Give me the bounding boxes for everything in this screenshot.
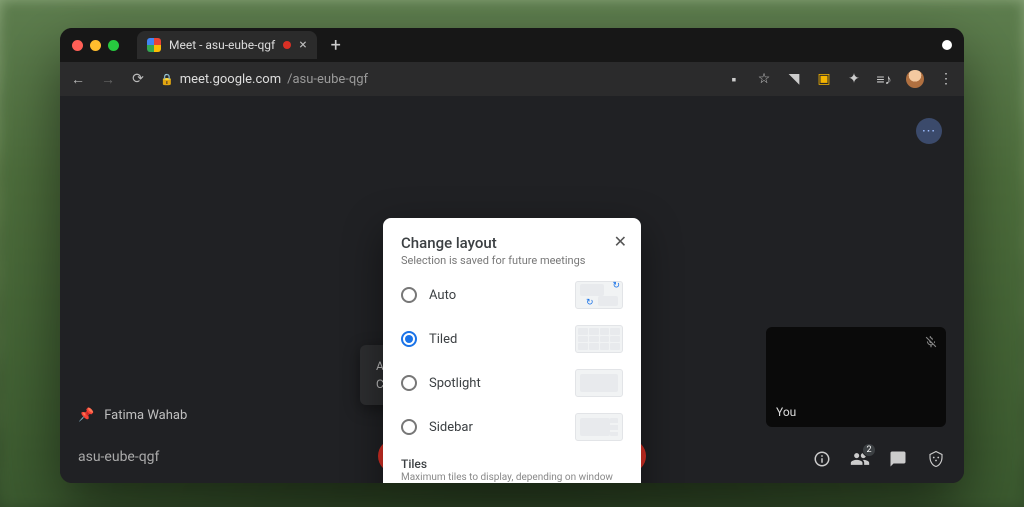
layout-option-auto[interactable]: Auto ↻ ↻ [401,281,623,309]
layout-option-tiled[interactable]: Tiled [401,325,623,353]
tab-strip: Meet - asu-eube-qgf × + [60,28,964,62]
participant-more-button[interactable]: ⋯ [916,118,942,144]
account-indicator-icon[interactable] [942,40,952,50]
participant-count-badge: 2 [862,443,876,457]
layout-option-spotlight[interactable]: Spotlight [401,369,623,397]
tiles-heading: Tiles [401,457,623,471]
url-host: meet.google.com [180,72,281,87]
option-label: Auto [429,288,563,303]
activities-button[interactable] [926,449,946,469]
radio-spotlight[interactable] [401,375,417,391]
pinned-participant: 📌 Fatima Wahab [78,408,187,423]
meet-favicon-icon [147,38,161,52]
tiled-preview-icon [575,325,623,353]
participants-button[interactable]: 2 [850,449,870,469]
playlist-icon[interactable]: ≡♪ [876,71,892,87]
auto-preview-icon: ↻ ↻ [575,281,623,309]
camera-permission-icon[interactable]: ▪ [726,71,742,87]
dialog-subtitle: Selection is saved for future meetings [401,254,623,267]
meet-content: ⋯ 📌 Fatima Wahab asu-eube-qgf Are you ta… [60,96,964,483]
recording-indicator-icon [283,41,291,49]
tab-close-icon[interactable]: × [299,38,306,52]
layout-option-sidebar[interactable]: Sidebar [401,413,623,441]
spotlight-preview-icon [575,369,623,397]
bookmark-star-icon[interactable]: ☆ [756,71,772,87]
maximize-window-icon[interactable] [108,40,119,51]
extensions-puzzle-icon[interactable]: ✦ [846,71,862,87]
extension-tag-icon[interactable]: ◥ [786,71,802,87]
new-tab-button[interactable]: + [331,35,341,56]
tab-title: Meet - asu-eube-qgf [169,38,275,52]
meeting-code: asu-eube-qgf [78,449,159,465]
option-label: Spotlight [429,376,563,391]
pin-icon: 📌 [78,408,94,423]
sidebar-preview-icon [575,413,623,441]
url-path: /asu-eube-qgf [287,72,368,87]
pinned-name: Fatima Wahab [104,408,187,423]
chat-button[interactable] [888,449,908,469]
radio-sidebar[interactable] [401,419,417,435]
forward-button[interactable]: → [100,71,116,87]
meeting-details-button[interactable] [812,449,832,469]
radio-auto[interactable] [401,287,417,303]
profile-avatar[interactable] [906,70,924,88]
radio-tiled[interactable] [401,331,417,347]
browser-window: Meet - asu-eube-qgf × + ← → ⟳ 🔒 meet.goo… [60,28,964,483]
extension-box-icon[interactable]: ▣ [816,71,832,87]
minimize-window-icon[interactable] [90,40,101,51]
change-layout-dialog: ✕ Change layout Selection is saved for f… [383,218,641,483]
close-icon[interactable]: ✕ [614,232,627,251]
tiles-section: Tiles Maximum tiles to display, dependin… [401,457,623,483]
lock-icon: 🔒 [160,73,174,86]
back-button[interactable]: ← [70,71,86,87]
browser-tab[interactable]: Meet - asu-eube-qgf × [137,31,317,59]
option-label: Sidebar [429,420,563,435]
self-video-tile[interactable]: You [766,327,946,427]
address-bar[interactable]: 🔒 meet.google.com/asu-eube-qgf [160,72,712,87]
browser-toolbar: ← → ⟳ 🔒 meet.google.com/asu-eube-qgf ▪ ☆… [60,62,964,96]
right-panel-buttons: 2 [812,449,946,469]
dialog-title: Change layout [401,234,623,252]
option-label: Tiled [429,332,563,347]
self-label: You [776,405,796,419]
tiles-desc: Maximum tiles to display, depending on w… [401,472,623,483]
window-controls [72,40,119,51]
toolbar-actions: ▪ ☆ ◥ ▣ ✦ ≡♪ ⋮ [726,70,954,88]
browser-menu-icon[interactable]: ⋮ [938,71,954,87]
reload-button[interactable]: ⟳ [130,71,146,87]
close-window-icon[interactable] [72,40,83,51]
mic-muted-icon [924,335,938,352]
